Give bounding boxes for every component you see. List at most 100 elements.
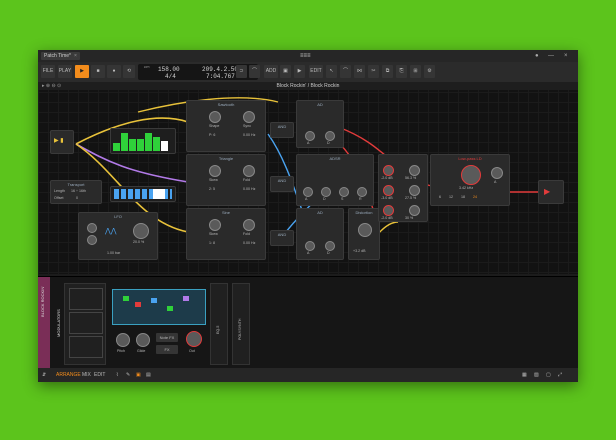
and-node-1[interactable]: AND [270,122,294,138]
decay-knob[interactable] [325,131,335,141]
automation-icon[interactable]: ⌇ [116,371,118,379]
modulator-slot-1[interactable] [69,288,103,310]
arrange-tab[interactable]: ARRANGE [56,371,81,379]
length-value[interactable]: 16 ÷ 16th [71,189,86,193]
settings-icon[interactable]: ● [535,52,539,60]
ad2-decay-knob[interactable] [325,241,335,251]
close-tab-icon[interactable]: × [74,53,77,59]
vca-node[interactable]: -2.0 dB -3.0 dB -2.0 dB 56.3 % 27.5 % 30… [378,154,428,222]
modulator-list[interactable] [64,283,106,365]
device-view-icon[interactable]: ▣ [136,371,141,379]
out-knob[interactable] [186,331,202,347]
tempo-display[interactable]: 158.00 [158,66,180,73]
shape-knob[interactable] [209,111,221,123]
metronome-icon[interactable]: ⊃ [236,65,247,78]
triangle-freq[interactable]: 0.00 Hz [243,187,255,191]
sawtooth-node[interactable]: Sawtooth Shape Sync P: 6 0.00 Hz [186,100,266,152]
edit-button[interactable]: EDIT [309,65,323,78]
drive-knob[interactable] [358,223,372,237]
pointer-tool-icon[interactable]: ↖ [326,65,337,78]
and-node-2[interactable]: AND [270,176,294,192]
edit-tab[interactable]: EDIT [94,371,105,379]
ad2-attack-knob[interactable] [305,241,315,251]
vca-pct-knob-2[interactable] [409,185,420,196]
lfo-knob-2[interactable] [87,235,97,245]
note-input-node[interactable]: ▶ ▮ [50,130,74,154]
save-icon[interactable]: ▣ [280,65,291,78]
mix-tab[interactable]: MIX [82,371,91,379]
pitch-knob[interactable] [116,333,130,347]
transport-node[interactable]: Transport Length 16 ÷ 16th Offset 0 [50,180,102,204]
ad-envelope-node-2[interactable]: AD A D [296,208,344,260]
close-window-icon[interactable]: × [564,52,568,60]
polysynth-device[interactable]: POLYSYNTH [232,283,250,365]
sync-knob[interactable] [243,111,255,123]
sine-fold-knob[interactable] [243,219,255,231]
vca-knob-3[interactable] [383,205,394,216]
play-button[interactable]: ▶ [75,65,89,78]
loop-icon[interactable]: ⟲ [123,65,135,78]
play-start-icon[interactable]: ▶ [294,65,305,78]
attack-knob[interactable] [305,131,315,141]
time-signature-display[interactable]: 4/4 [165,73,176,80]
lowpass-node[interactable]: Low-pass LD 3.42 kHz 6 12 18 24 A [430,154,510,206]
gear-icon[interactable]: ⚙ [424,65,435,78]
add-button[interactable]: ADD [264,65,278,78]
slope-6[interactable]: 6 [439,195,441,199]
grid-canvas[interactable]: Block Rockin' / Block Rockin ▸ ⊕ ⊖ ⊙ ▶ ▮ [38,82,578,274]
note-fx-button[interactable]: Note FX [156,333,178,342]
and-node-3[interactable]: AND [270,230,294,246]
sawtooth-value[interactable]: P: 6 [209,133,215,137]
adsr-sustain-knob[interactable] [339,187,349,197]
vca-knob-2[interactable] [383,185,394,196]
distortion-node[interactable]: Distortion +3.2 dB [348,208,380,260]
sine-skew-knob[interactable] [209,219,221,231]
eq-device[interactable]: EQ-5 [210,283,228,365]
glide-knob[interactable] [136,333,150,347]
play-menu-button[interactable]: PLAY [58,65,72,78]
adsr-node[interactable]: ADSR A D S R [296,154,374,206]
adsr-attack-knob[interactable] [303,187,313,197]
lfo-rate[interactable]: 1.00 bar [107,251,120,255]
sine-node[interactable]: Sine Skew Fold 1: 8 0.00 Hz [186,208,266,260]
curve-tool-icon[interactable]: ⌒ [340,65,351,78]
ad-envelope-node[interactable]: AD A D [296,100,344,148]
record-button[interactable]: ● [107,65,121,78]
offset-value[interactable]: 0 [76,196,78,200]
stop-button[interactable]: ■ [91,65,105,78]
lfo-knob-1[interactable] [87,223,97,233]
slope-12[interactable]: 12 [449,195,453,199]
lfo-amount-knob[interactable] [133,223,149,239]
browser-icon[interactable]: ▦ [522,371,527,379]
cutoff-knob[interactable] [461,165,481,185]
panel-toggle-icon[interactable]: ⇵ [42,371,46,379]
duplicate-icon[interactable]: ⊞ [410,65,421,78]
cut-tool-icon[interactable]: ✂ [368,65,379,78]
step-sequencer[interactable] [110,128,176,154]
cutoff-value[interactable]: 3.42 kHz [459,186,473,190]
expand-icon[interactable]: ⤢ [558,371,562,379]
vca-pct-knob-3[interactable] [409,205,420,216]
fold-knob[interactable] [243,165,255,177]
mixer-icon[interactable]: ▤ [146,371,151,379]
dist-gain[interactable]: +3.2 dB [353,249,366,253]
vca-knob-1[interactable] [383,165,394,176]
resonance-knob[interactable] [491,167,503,179]
lfo-node[interactable]: LFO 20.0 % 1.00 bar ⋀⋀ [78,212,158,260]
audio-output-node[interactable]: ▶ [538,180,564,204]
triangle-node[interactable]: Triangle Skew Fold 2: 5 0.00 Hz [186,154,266,206]
slice-tool-icon[interactable]: ⋈ [354,65,365,78]
vca-pct-knob-1[interactable] [409,165,420,176]
project-tab[interactable]: Patch Time* × [41,52,80,60]
note-grid-display[interactable] [112,289,206,325]
inspector-icon[interactable]: ▧ [534,371,539,379]
minimize-icon[interactable]: — [548,52,554,60]
copy-icon[interactable]: ⧉ [382,65,393,78]
skew-knob[interactable] [209,165,221,177]
punch-icon[interactable]: ⌒ [249,65,260,78]
triangle-value[interactable]: 2: 5 [209,187,215,191]
pencil-icon[interactable]: ✎ [126,371,130,379]
file-menu-button[interactable]: FILE [41,65,55,78]
modulator-slot-3[interactable] [69,336,103,358]
adsr-decay-knob[interactable] [321,187,331,197]
